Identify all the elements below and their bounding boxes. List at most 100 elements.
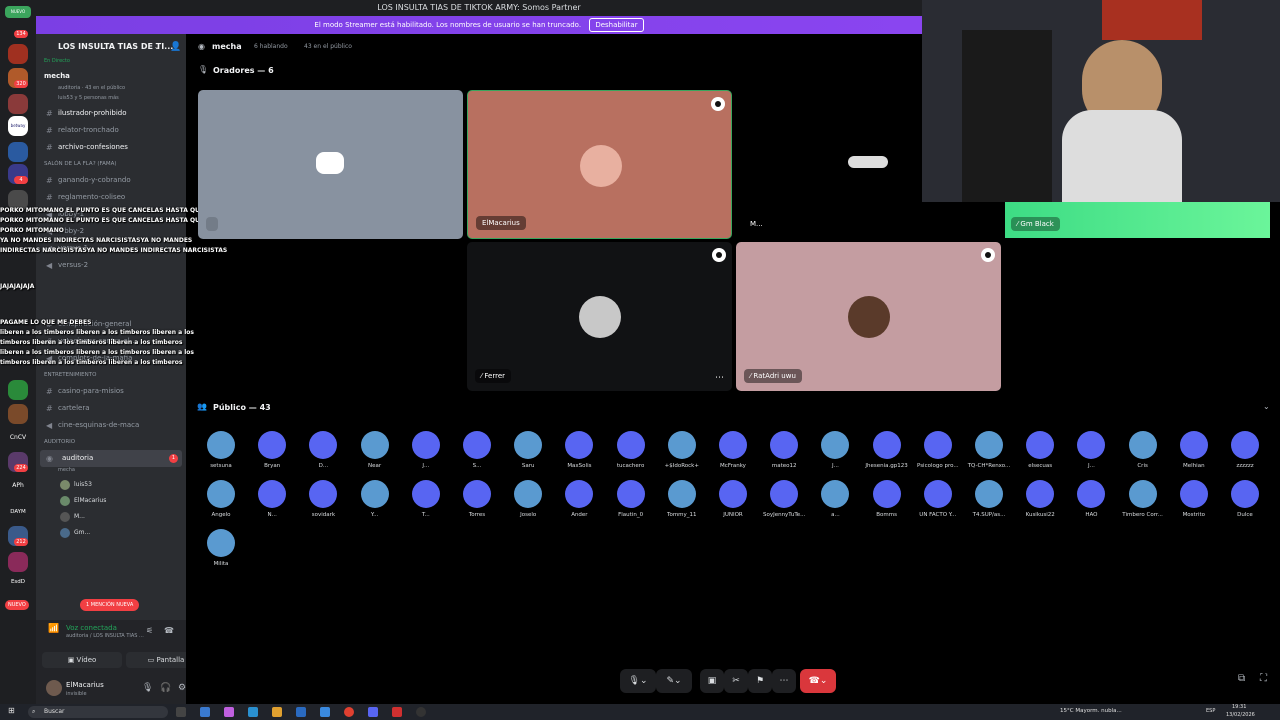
- channel-cine[interactable]: ◀ cine-esquinas-de-maca: [36, 417, 186, 434]
- audience-member[interactable]: D...: [298, 431, 348, 477]
- chevron-down-icon[interactable]: ⌄: [1263, 402, 1270, 411]
- server-icon[interactable]: [8, 94, 28, 114]
- audience-member[interactable]: MaxSolis: [554, 431, 604, 477]
- microphone-icon[interactable]: 🎙: [142, 683, 153, 693]
- weather-text[interactable]: 15°C Mayorm. nubla...: [1060, 708, 1122, 714]
- audience-member[interactable]: Torres: [452, 480, 502, 526]
- headphones-icon[interactable]: 🎧: [160, 683, 171, 693]
- audience-member[interactable]: Near: [350, 431, 400, 477]
- app-icon[interactable]: [392, 707, 402, 717]
- audience-member[interactable]: Ander: [554, 480, 604, 526]
- app-icon[interactable]: [320, 707, 330, 717]
- store-icon[interactable]: [296, 707, 306, 717]
- speaker-tile[interactable]: [198, 90, 463, 239]
- guild-header[interactable]: LOS INSULTA TIAS DE TI... ⌄ 👤: [36, 34, 186, 58]
- audience-member[interactable]: McFranky: [708, 431, 758, 477]
- audience-member[interactable]: TQ-CH*Renxo...: [964, 431, 1014, 477]
- channel-cartelera[interactable]: # cartelera: [36, 400, 186, 417]
- folder-icon[interactable]: [272, 707, 282, 717]
- activities-button[interactable]: ⚑: [748, 669, 772, 693]
- audience-member[interactable]: Mostrito: [1169, 480, 1219, 526]
- audience-member[interactable]: Dulce: [1220, 480, 1270, 526]
- audience-member[interactable]: UN FACTO Y...: [913, 480, 963, 526]
- audience-member[interactable]: Timbero Corr...: [1118, 480, 1168, 526]
- audience-member[interactable]: Jhesenia.gp123: [862, 431, 912, 477]
- audience-member[interactable]: J...: [1066, 431, 1116, 477]
- noise-suppression-icon[interactable]: ⚟: [146, 626, 153, 635]
- fullscreen-icon[interactable]: ⛶: [1260, 673, 1267, 684]
- leave-stage-button[interactable]: ☎⌄: [800, 669, 836, 693]
- audience-member[interactable]: Flautin_0: [606, 480, 656, 526]
- audience-member[interactable]: S...: [452, 431, 502, 477]
- audience-member[interactable]: zzzzzz: [1220, 431, 1270, 477]
- audience-member[interactable]: SoyJennyTuTe...: [759, 480, 809, 526]
- obs-icon[interactable]: [416, 707, 426, 717]
- category-entretenimiento[interactable]: ENTRETENIMIENTO: [36, 367, 186, 383]
- channel-archivo-confesiones[interactable]: # archivo-confesiones: [36, 139, 186, 156]
- audience-member[interactable]: J...: [810, 431, 860, 477]
- voice-member[interactable]: luis53: [36, 477, 186, 493]
- user-avatar[interactable]: [46, 680, 62, 696]
- more-button[interactable]: ⋯: [772, 669, 796, 693]
- audience-member[interactable]: Cris: [1118, 431, 1168, 477]
- audience-member[interactable]: Bomms: [862, 480, 912, 526]
- audience-member[interactable]: a...: [810, 480, 860, 526]
- speaker-tile[interactable]: ElMacarius: [467, 90, 732, 239]
- audience-member[interactable]: setsuna: [196, 431, 246, 477]
- audience-member[interactable]: T...: [401, 480, 451, 526]
- audience-member[interactable]: Psicologo pro...: [913, 431, 963, 477]
- audience-member[interactable]: J...: [401, 431, 451, 477]
- server-icon[interactable]: [8, 552, 28, 572]
- audience-member[interactable]: elsecuas: [1015, 431, 1065, 477]
- screen-share-toggle[interactable]: ▣: [700, 669, 724, 693]
- user-name[interactable]: ElMacarius: [66, 681, 104, 689]
- audience-member[interactable]: sovidark: [298, 480, 348, 526]
- task-view-icon[interactable]: [176, 707, 186, 717]
- audience-member[interactable]: JUNIOR: [708, 480, 758, 526]
- screen-share-button[interactable]: ▭ Pantalla: [126, 652, 186, 668]
- new-mention-badge[interactable]: 1 MENCIÓN NUEVA: [80, 599, 140, 611]
- channel-ilustrador-prohibido[interactable]: # ilustrador-prohibido: [36, 105, 186, 122]
- server-icon-daym[interactable]: DAYM: [8, 502, 28, 522]
- video-button[interactable]: ▣ Vídeo: [42, 652, 122, 668]
- audience-member[interactable]: Kusikusi22: [1015, 480, 1065, 526]
- audience-member[interactable]: Tommy_11: [657, 480, 707, 526]
- chrome-icon[interactable]: [344, 707, 354, 717]
- audience-member[interactable]: Y...: [350, 480, 400, 526]
- audience-member[interactable]: Saru: [503, 431, 553, 477]
- channel-ganando-y-cobrando[interactable]: # ganando-y-cobrando: [36, 172, 186, 189]
- audience-member[interactable]: T4.SUP/as...: [964, 480, 1014, 526]
- server-icon[interactable]: [8, 142, 28, 162]
- server-icon-new[interactable]: NUEVO: [5, 6, 31, 18]
- audience-member[interactable]: N...: [247, 480, 297, 526]
- channel-auditoria[interactable]: ◉ auditoria 1: [40, 450, 182, 467]
- server-icon[interactable]: [8, 44, 28, 64]
- speaker-tile[interactable]: ⁄ Ferrer ⋯: [467, 242, 732, 391]
- add-user-icon[interactable]: 👤: [170, 42, 181, 52]
- channel-casino[interactable]: # casino-para-misios: [36, 383, 186, 400]
- app-icon[interactable]: [200, 707, 210, 717]
- language-indicator[interactable]: ESP: [1206, 708, 1215, 714]
- audience-member[interactable]: Milita: [196, 529, 246, 575]
- audience-member[interactable]: Melhian: [1169, 431, 1219, 477]
- speaker-tile[interactable]: ⁄ RatAdri uwu: [736, 242, 1001, 391]
- clock-time[interactable]: 19:31: [1232, 704, 1246, 710]
- popout-icon[interactable]: ⧉: [1238, 673, 1245, 684]
- disconnect-icon[interactable]: ☎: [164, 626, 174, 635]
- taskbar-search[interactable]: ⌕ Buscar: [28, 706, 168, 718]
- server-icon[interactable]: [8, 380, 28, 400]
- category-auditorio[interactable]: AUDITORIO: [36, 434, 186, 450]
- channel-reglamento-coliseo[interactable]: # reglamento-coliseo: [36, 189, 186, 206]
- audience-member[interactable]: mateo12: [759, 431, 809, 477]
- camera-toggle[interactable]: ✎⌄: [656, 669, 692, 693]
- edge-icon[interactable]: [248, 707, 258, 717]
- clock-date[interactable]: 13/02/2026: [1226, 712, 1255, 718]
- audience-member[interactable]: Bryan: [247, 431, 297, 477]
- audience-member[interactable]: Angelo: [196, 480, 246, 526]
- gear-icon[interactable]: ⚙: [178, 683, 186, 693]
- live-channel[interactable]: mecha: [36, 68, 186, 85]
- chevron-down-icon[interactable]: ⌄: [154, 43, 160, 51]
- audience-member[interactable]: HAO: [1066, 480, 1116, 526]
- microphone-toggle[interactable]: 🎙⌄: [620, 669, 656, 693]
- more-options-icon[interactable]: ⋯: [715, 373, 724, 383]
